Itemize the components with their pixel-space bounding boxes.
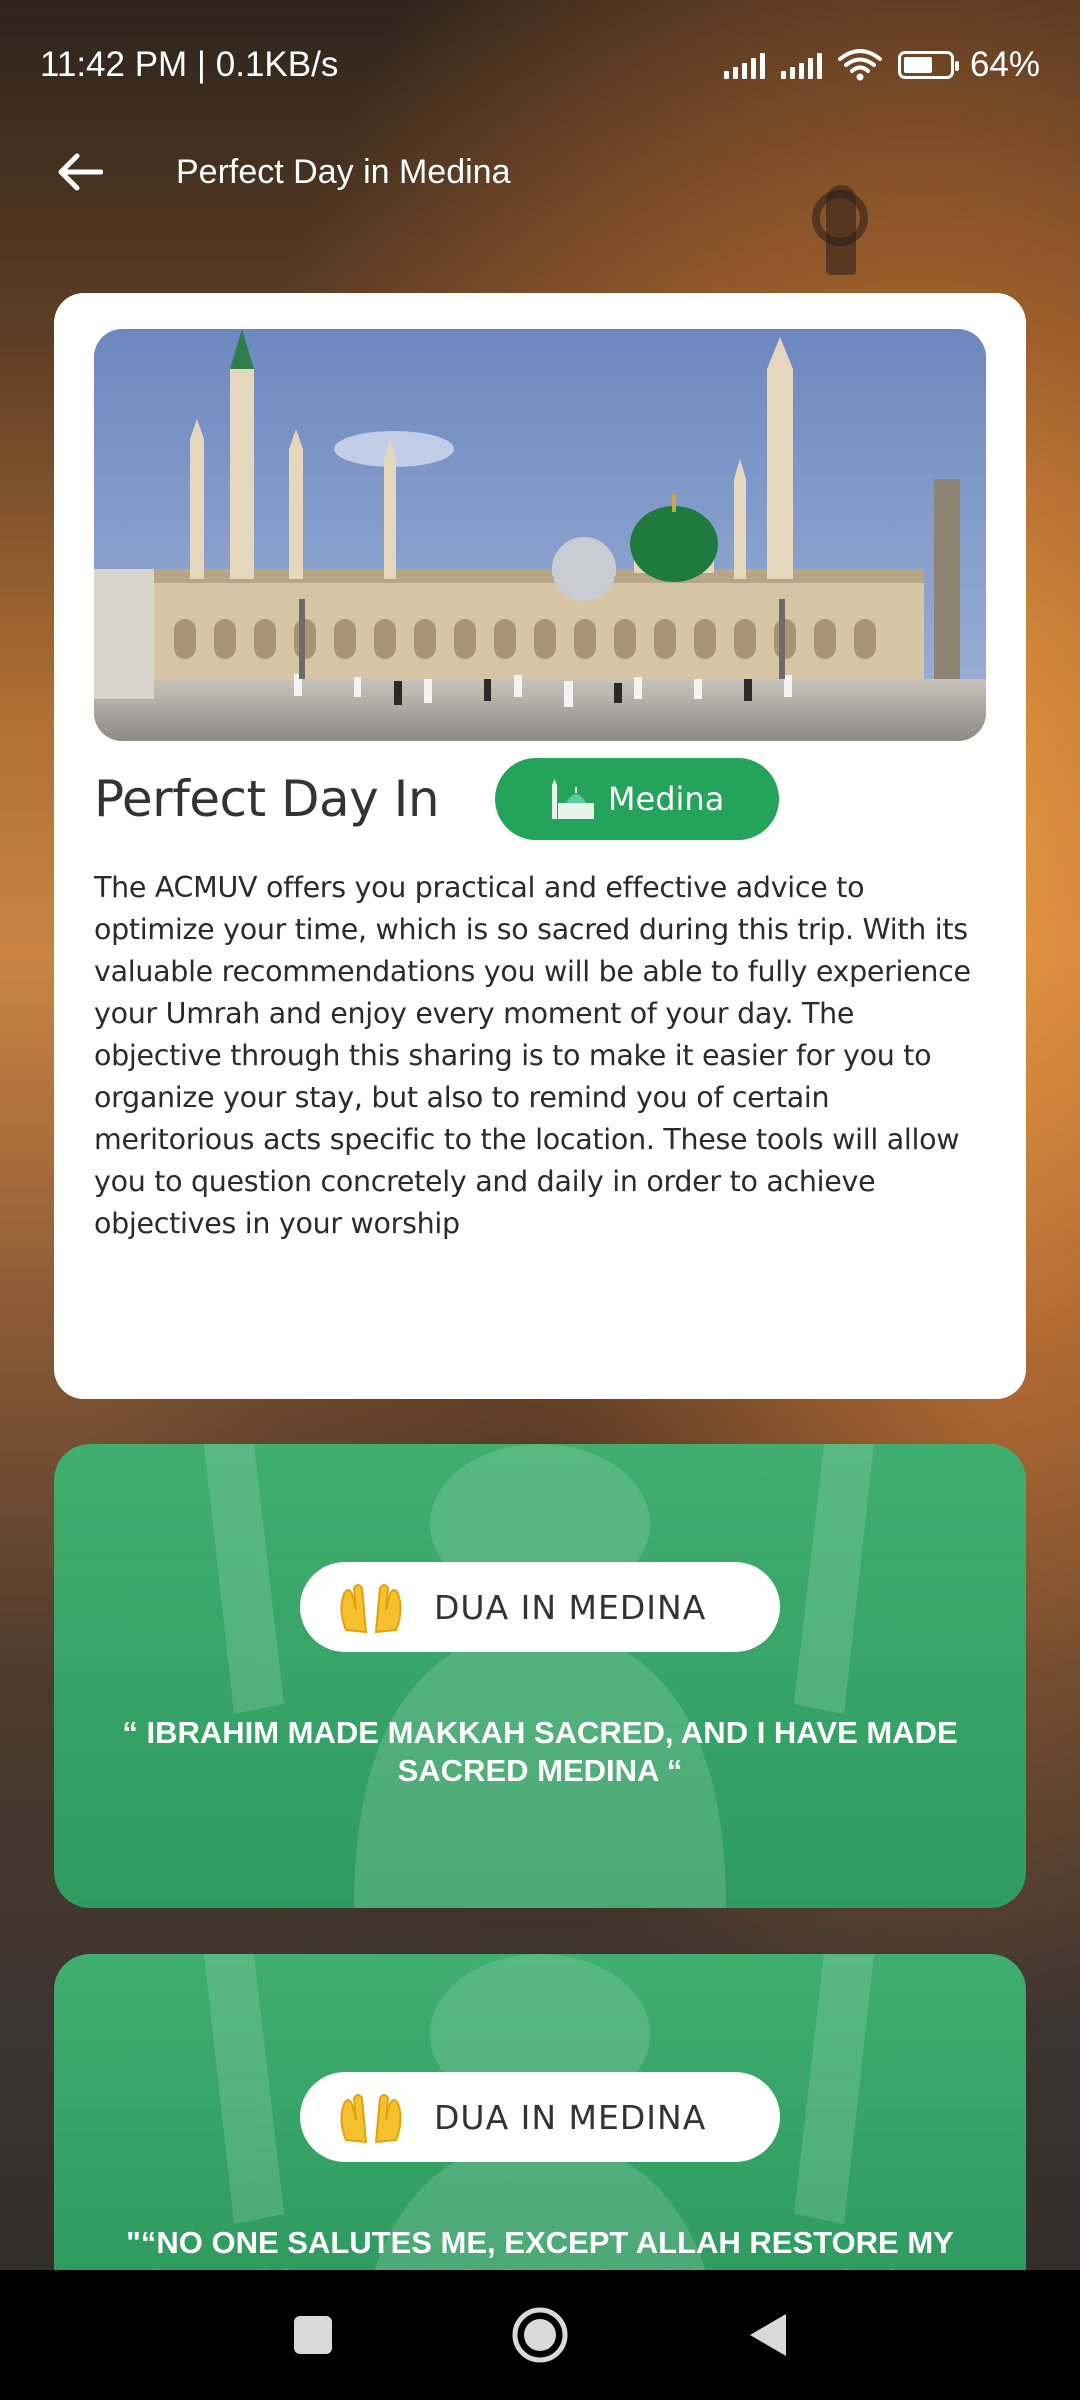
mosque-icon <box>551 779 594 819</box>
heading-row: Perfect Day In Medina <box>94 757 986 841</box>
dua-pill[interactable]: DUA IN MEDINA <box>300 2072 780 2162</box>
city-chip-label: Medina <box>607 780 725 818</box>
dua-card[interactable]: DUA IN MEDINA “ IBRAHIM MADE MAKKAH SACR… <box>54 1444 1026 1908</box>
intro-description: The ACMUV offers you practical and effec… <box>94 871 971 1240</box>
circle-icon <box>512 2307 568 2363</box>
praying-hands-icon <box>340 2094 402 2144</box>
dua-card[interactable]: DUA IN MEDINA "“NO ONE SALUTES ME, EXCEP… <box>54 1954 1026 2270</box>
card-heading: Perfect Day In <box>94 770 440 828</box>
app-bar: Perfect Day in Medina <box>0 130 1080 214</box>
signal-icon <box>780 51 822 79</box>
system-nav-bar <box>0 2270 1080 2400</box>
battery-icon <box>897 51 959 79</box>
square-icon <box>294 2316 333 2354</box>
dua-pill[interactable]: DUA IN MEDINA <box>300 1562 780 1652</box>
mosque-image <box>94 329 986 741</box>
dua-quote: “ IBRAHIM MADE MAKKAH SACRED, AND I HAVE… <box>122 1715 958 1788</box>
signal-icon <box>723 51 765 79</box>
system-back-button[interactable] <box>722 2290 812 2380</box>
dua-label: DUA IN MEDINA <box>434 2097 707 2137</box>
battery-fill <box>903 57 933 73</box>
praying-hands-icon <box>340 1584 402 1634</box>
praying-figure-image <box>204 1444 874 1908</box>
intro-card: Perfect Day In Medina The ACMUV offers y… <box>54 293 1026 1399</box>
arrow-left-icon <box>58 153 103 191</box>
status-bar: 11:42 PM | 0.1KB/s 64% <box>0 0 1080 130</box>
city-chip-medina[interactable]: Medina <box>495 758 780 840</box>
status-icons: 64% <box>723 45 1040 85</box>
page-title: Perfect Day in Medina <box>176 152 511 191</box>
home-button[interactable] <box>495 2290 585 2380</box>
back-button[interactable] <box>40 132 120 212</box>
dua-label: DUA IN MEDINA <box>434 1587 707 1627</box>
wifi-icon <box>837 49 882 81</box>
triangle-back-icon <box>749 2314 786 2356</box>
dua-quote: "“NO ONE SALUTES ME, EXCEPT ALLAH RESTOR… <box>126 2225 954 2270</box>
recents-button[interactable] <box>268 2290 358 2380</box>
status-time: 11:42 PM | 0.1KB/s <box>40 45 339 84</box>
battery-percent: 64% <box>969 45 1040 84</box>
